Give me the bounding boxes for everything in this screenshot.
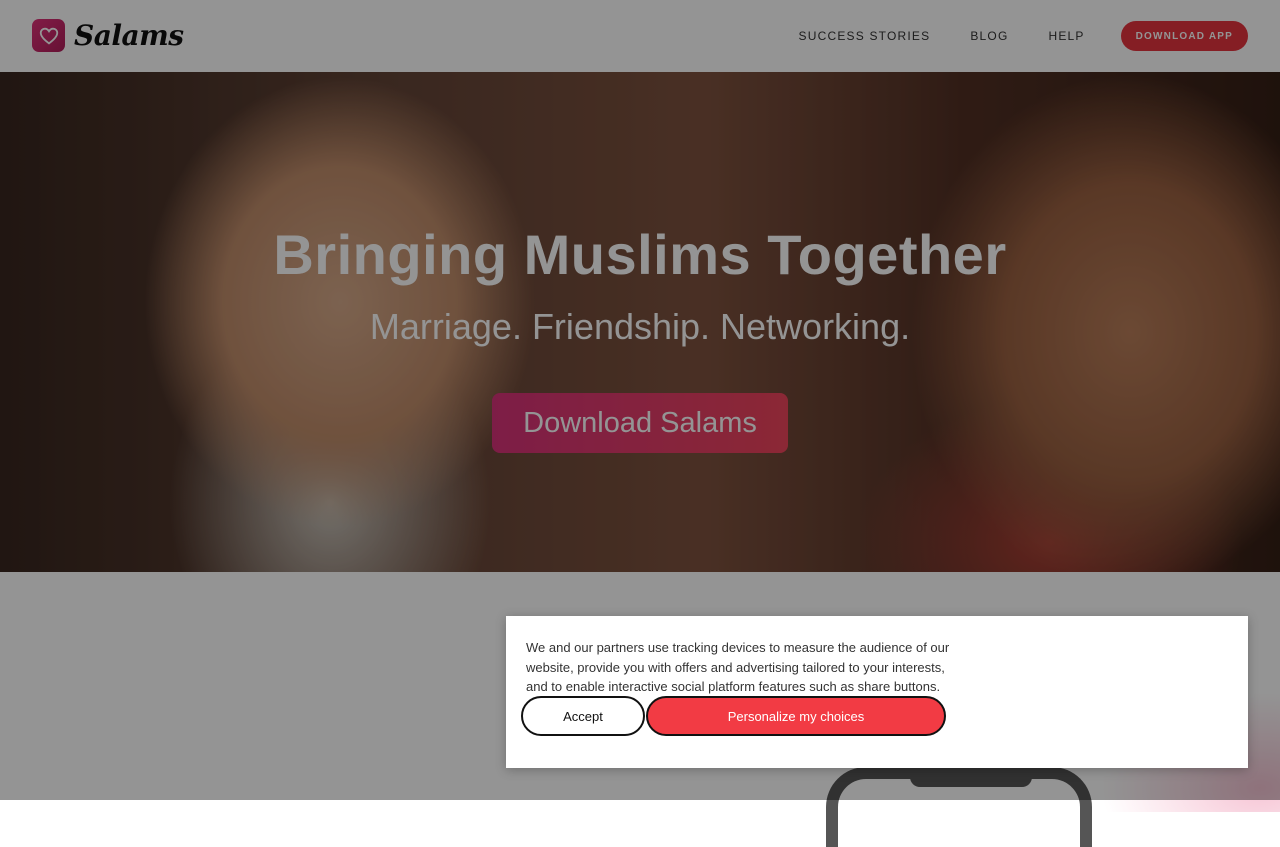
cookie-banner: We and our partners use tracking devices… xyxy=(506,616,1248,768)
personalize-choices-button[interactable]: Personalize my choices xyxy=(646,696,946,736)
cookie-text: We and our partners use tracking devices… xyxy=(526,640,950,694)
accept-button[interactable]: Accept xyxy=(521,696,645,736)
